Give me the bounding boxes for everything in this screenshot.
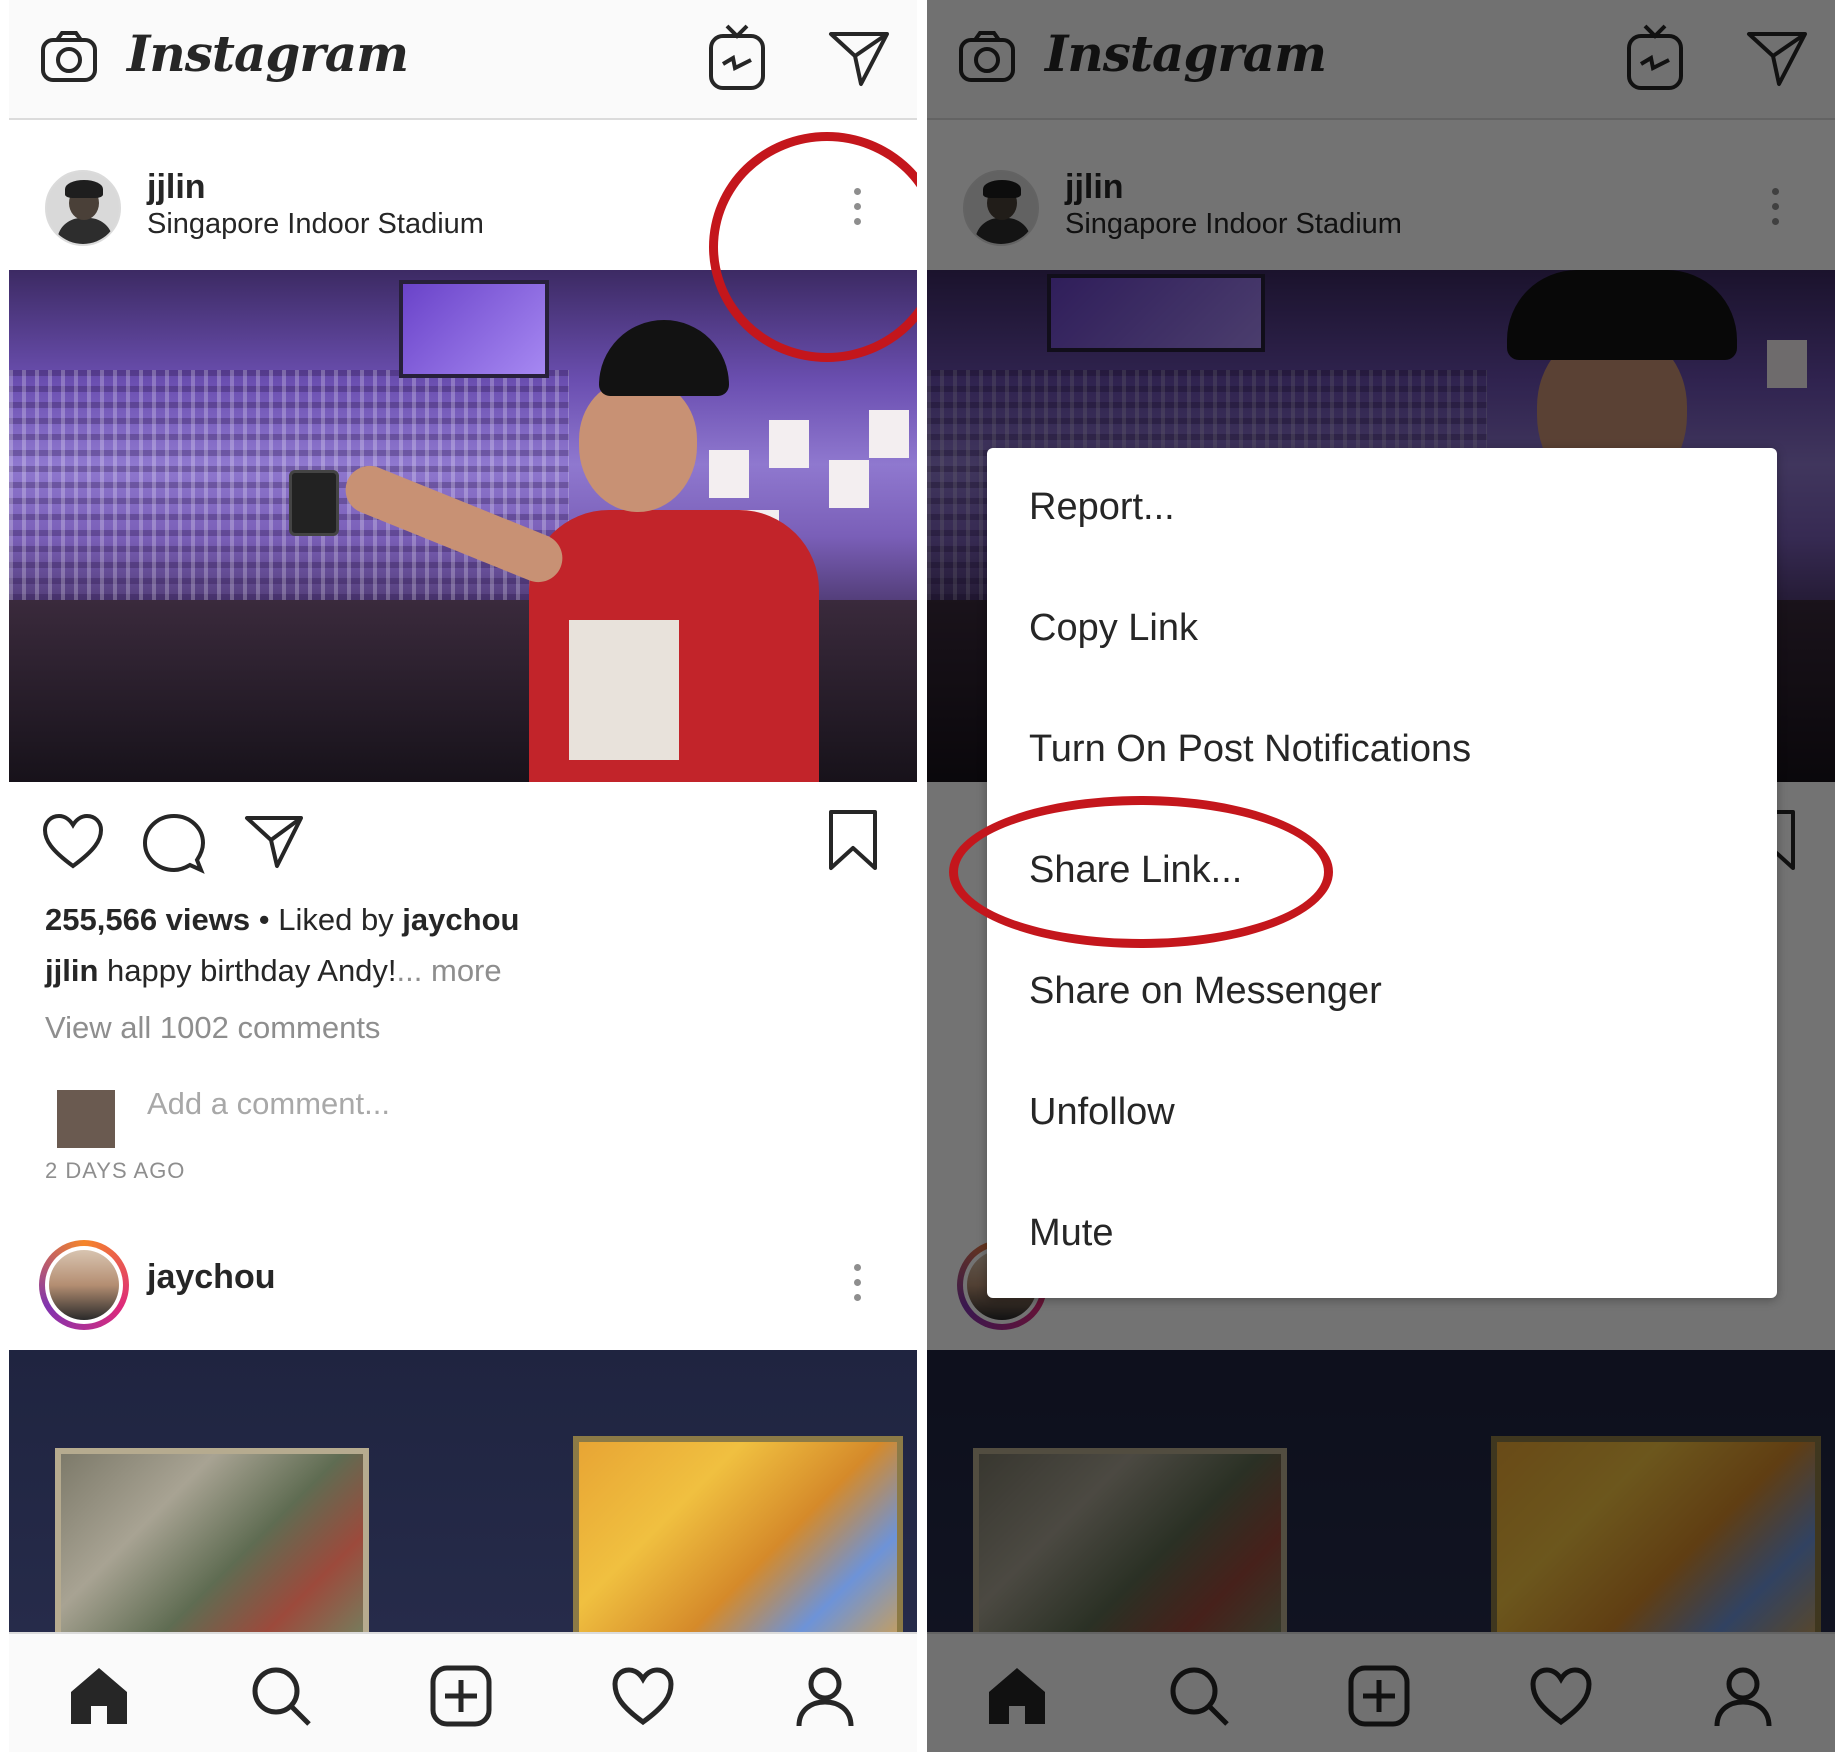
camera-icon[interactable]	[37, 26, 101, 90]
menu-item-copy-link[interactable]: Copy Link	[1029, 607, 1198, 650]
menu-item-report[interactable]: Report...	[1029, 486, 1175, 529]
avatar[interactable]	[39, 1240, 129, 1330]
add-post-icon[interactable]	[429, 1664, 493, 1728]
more-vertical-icon[interactable]	[845, 1260, 869, 1314]
paper-plane-icon[interactable]	[243, 812, 305, 870]
add-comment-row[interactable]: Add a comment...	[45, 1070, 645, 1150]
bottom-nav	[9, 1632, 917, 1752]
annotation-circle-share-link	[949, 796, 1333, 948]
profile-icon[interactable]	[793, 1664, 857, 1728]
caption-username[interactable]: jjlin	[45, 953, 98, 988]
menu-item-post-notifications[interactable]: Turn On Post Notifications	[1029, 728, 1471, 771]
app-logo: Instagram	[127, 24, 409, 83]
liked-by-user[interactable]: jaychou	[402, 902, 519, 937]
post-actions	[9, 806, 917, 876]
igtv-icon[interactable]	[705, 22, 769, 94]
likes-line: 255,566 views • Liked by jaychou	[45, 902, 519, 938]
feed-screen-with-menu: Instagram jjlin Singapore Indoor Stadium	[927, 0, 1835, 1752]
post-image[interactable]	[9, 1350, 917, 1632]
comment-icon[interactable]	[143, 812, 205, 874]
post-timestamp: 2 DAYS AGO	[45, 1158, 186, 1183]
caption: jjlin happy birthday Andy!... more	[45, 953, 502, 989]
liked-by-label: Liked by	[278, 902, 403, 937]
caption-more-link[interactable]: ... more	[397, 953, 502, 988]
avatar	[57, 1090, 115, 1148]
menu-item-mute[interactable]: Mute	[1029, 1212, 1113, 1255]
search-icon[interactable]	[249, 1664, 313, 1728]
home-icon[interactable]	[67, 1664, 131, 1728]
avatar[interactable]	[45, 170, 121, 246]
top-bar: Instagram	[9, 0, 917, 120]
paper-plane-icon[interactable]	[825, 26, 893, 90]
separator: •	[250, 902, 279, 937]
post-header: jaychou	[9, 1232, 917, 1350]
feed-screen: Instagram jjlin Singapore Indoor Stadium	[9, 0, 917, 1752]
post-username[interactable]: jjlin	[147, 168, 206, 207]
view-all-comments-link[interactable]: View all 1002 comments	[45, 1010, 380, 1046]
menu-item-share-messenger[interactable]: Share on Messenger	[1029, 970, 1382, 1013]
caption-text: happy birthday Andy!	[98, 953, 397, 988]
comment-input[interactable]: Add a comment...	[147, 1086, 390, 1122]
bookmark-icon[interactable]	[827, 808, 879, 872]
post-location[interactable]: Singapore Indoor Stadium	[147, 208, 484, 241]
menu-item-unfollow[interactable]: Unfollow	[1029, 1091, 1175, 1134]
post-username[interactable]: jaychou	[147, 1258, 275, 1297]
heart-icon[interactable]	[611, 1664, 675, 1728]
view-count: 255,566 views	[45, 902, 251, 937]
heart-icon[interactable]	[41, 812, 105, 872]
